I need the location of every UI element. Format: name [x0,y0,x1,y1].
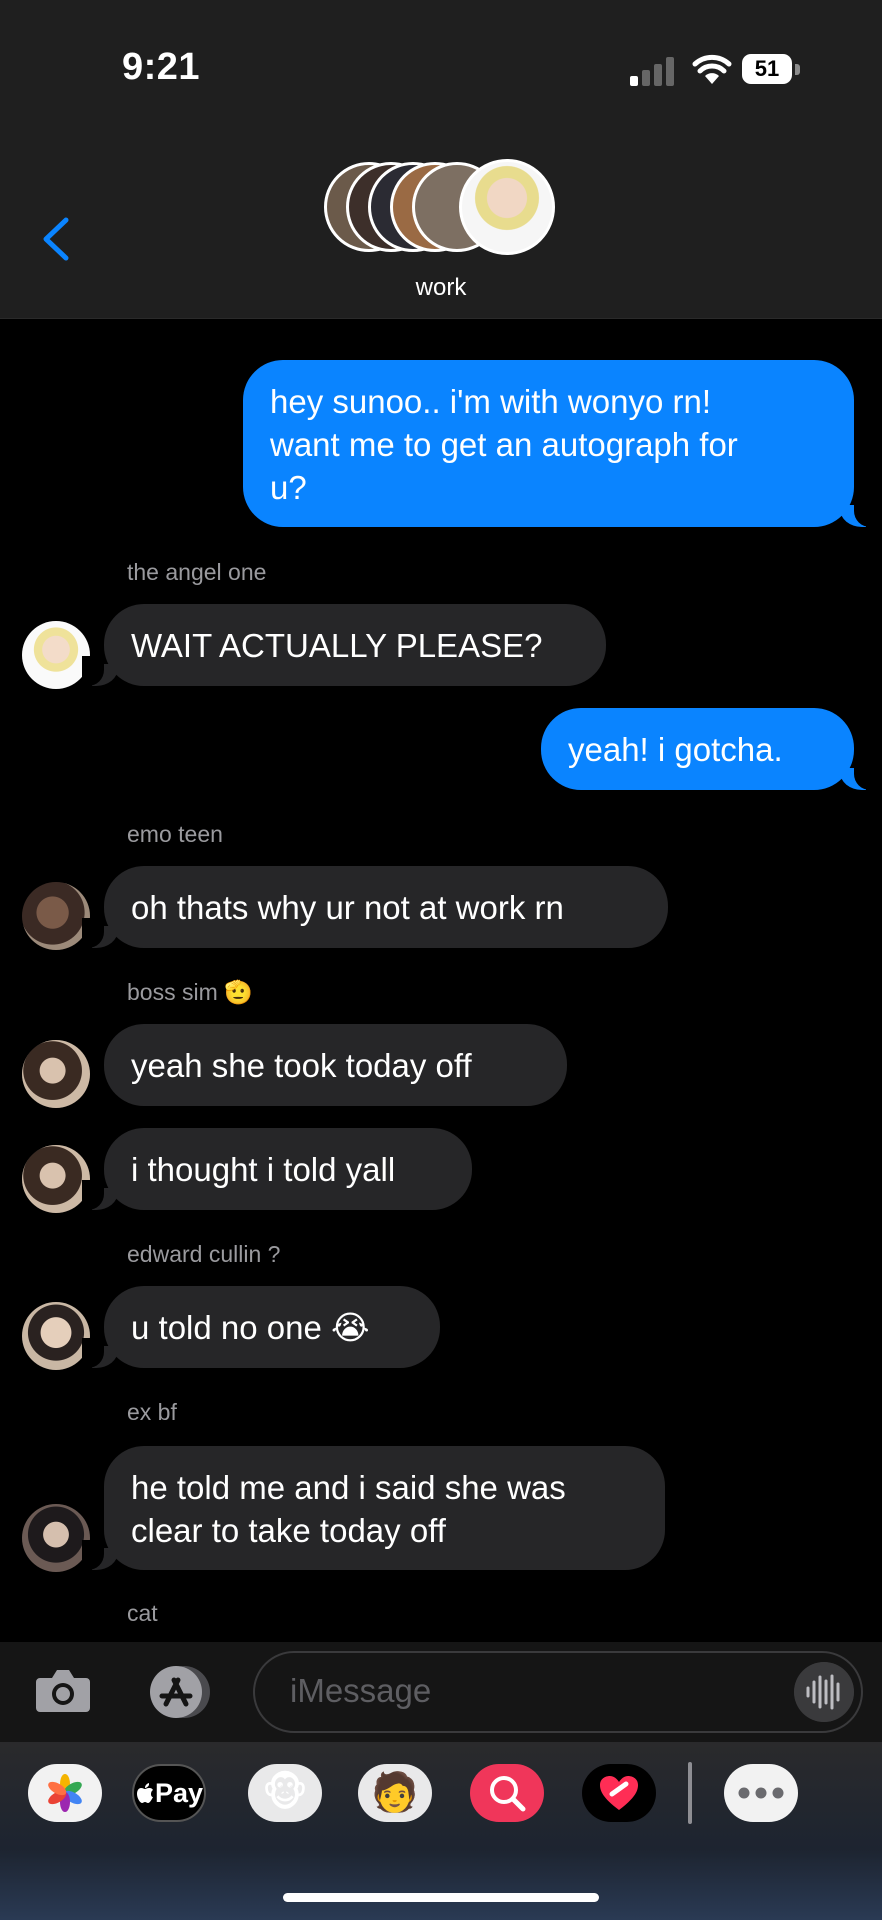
memoji-button[interactable]: 🧑 [358,1764,432,1822]
outgoing-message[interactable]: yeah! i gotcha. [541,708,876,790]
incoming-message[interactable]: u told no one 😭 [82,1286,440,1368]
digital-touch-button[interactable] [582,1764,656,1822]
photos-icon [48,1774,82,1812]
crying-face-emoji: 😭 [331,1309,370,1346]
sender-name: cat [127,1600,158,1626]
apple-pay-label: Pay [154,1777,204,1808]
memoji-icon: 🧑 [371,1772,419,1814]
status-time: 9:21 [122,46,201,88]
apple-pay-button[interactable]: Pay [132,1764,206,1822]
avatar[interactable] [22,1302,90,1370]
audio-waveform-icon[interactable] [794,1662,854,1722]
home-indicator[interactable] [283,1893,599,1902]
cellular-signal-icon [630,56,676,86]
apple-icon [136,1783,153,1803]
app-store-icon[interactable] [144,1664,216,1720]
sender-name: ex bf [127,1399,177,1425]
back-chevron-icon[interactable] [36,214,76,264]
incoming-message[interactable]: he told me and i said she was clear to t… [82,1446,665,1570]
message-line: u? [270,469,307,506]
message-line: i thought i told yall [131,1151,396,1188]
incoming-message[interactable]: oh thats why ur not at work rn [82,866,668,948]
sender-name-text: boss sim [127,979,218,1005]
message-line: oh thats why ur not at work rn [131,889,564,926]
avatar[interactable] [22,1145,90,1213]
message-line: WAIT ACTUALLY PLEASE? [131,627,543,664]
more-icon [738,1787,784,1799]
photos-app-button[interactable] [28,1764,102,1822]
message-line: want me to get an autograph for [270,426,738,463]
avatar[interactable] [22,1504,90,1572]
message-line: yeah! i gotcha. [568,731,783,768]
heart-icon [600,1776,638,1810]
wifi-icon [692,54,732,84]
avatar[interactable] [22,1040,90,1108]
outgoing-message[interactable]: hey sunoo.. i'm with wonyo rn! want me t… [243,360,876,527]
sender-name: emo teen [127,821,223,847]
battery-icon: 51 [742,54,800,86]
message-line: u told no one 😭 [131,1309,370,1346]
sender-name: boss sim 🫡 [127,979,253,1006]
saluting-face-emoji: 🫡 [224,979,253,1005]
globe-search-icon [490,1776,526,1812]
message-line: hey sunoo.. i'm with wonyo rn! [270,383,712,420]
group-avatar-front [459,159,555,255]
drawer-divider [688,1762,692,1824]
incoming-message[interactable]: yeah she took today off [104,1024,567,1106]
incoming-message[interactable]: WAIT ACTUALLY PLEASE? [82,604,606,686]
message-line: yeah she took today off [131,1047,472,1084]
incoming-message[interactable]: i thought i told yall [82,1128,472,1210]
message-line: he told me and i said she was [131,1469,566,1506]
monkey-icon: 🐵 [261,1771,309,1815]
battery-percent: 51 [742,54,792,84]
group-name[interactable]: work [0,274,882,302]
sender-name: the angel one [127,559,267,585]
animoji-button[interactable]: 🐵 [248,1764,322,1822]
message-input-placeholder: iMessage [290,1672,432,1709]
camera-icon[interactable] [34,1664,92,1716]
avatar[interactable] [22,882,90,950]
group-avatar-stack[interactable] [324,159,564,262]
image-search-button[interactable] [470,1764,544,1822]
avatar[interactable] [22,621,90,689]
more-apps-button[interactable] [724,1764,798,1822]
sender-name: edward cullin ? [127,1241,281,1267]
message-line: clear to take today off [131,1512,446,1549]
